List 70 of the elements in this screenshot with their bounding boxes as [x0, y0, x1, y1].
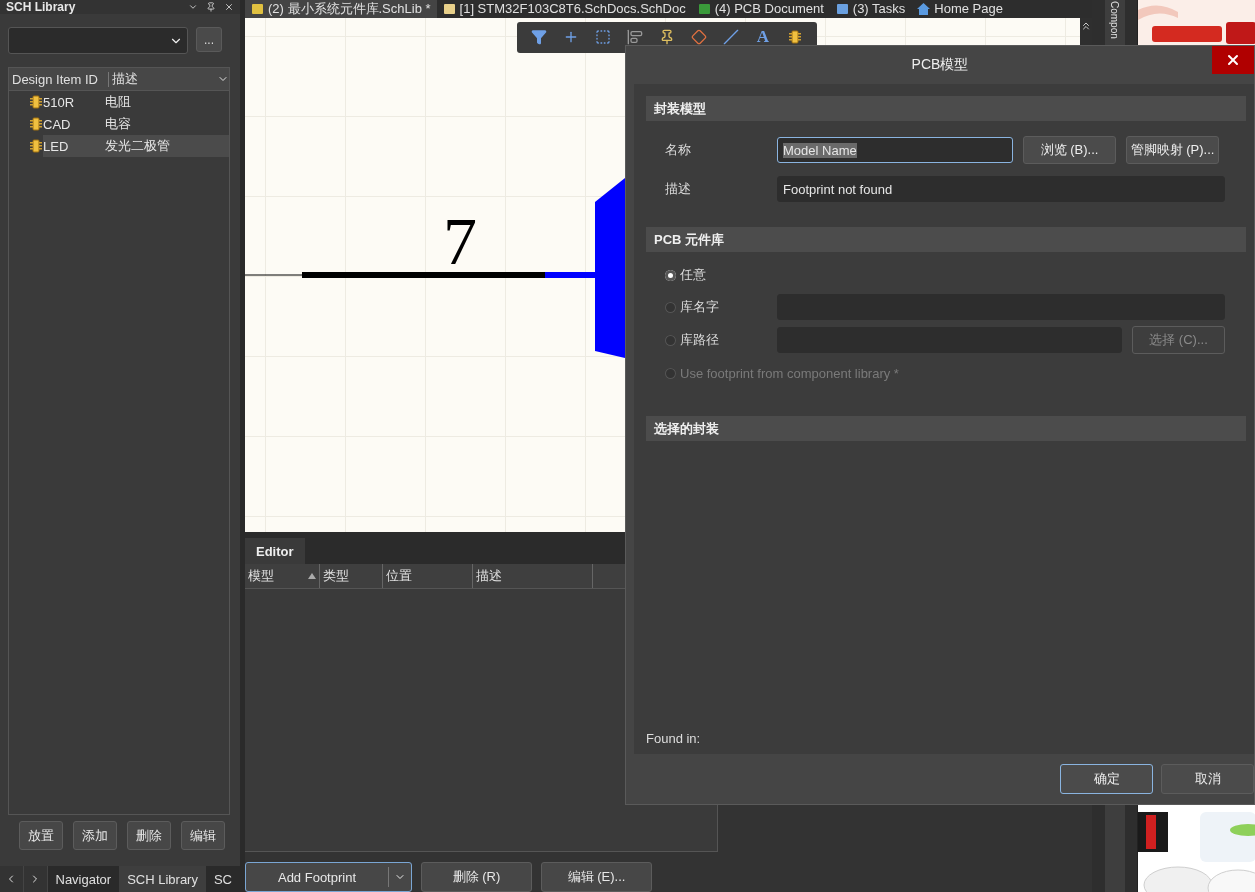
- more-button[interactable]: ...: [196, 27, 222, 52]
- part-icon[interactable]: [788, 30, 802, 45]
- dialog-title: PCB模型: [911, 56, 969, 74]
- close-icon[interactable]: [224, 2, 234, 12]
- radio-option[interactable]: 任意: [646, 266, 767, 284]
- component-row[interactable]: LED 发光二极管: [43, 135, 229, 157]
- close-icon: [1225, 52, 1241, 68]
- footer-button[interactable]: 删除 (R): [421, 862, 532, 892]
- panel-tab[interactable]: SCH Library: [119, 866, 206, 892]
- text-tool[interactable]: A: [756, 27, 770, 48]
- document-icon: [697, 3, 711, 15]
- component-icon: [29, 95, 43, 109]
- pin-number: 7: [443, 202, 477, 279]
- component-icon: [29, 117, 43, 131]
- column-header[interactable]: 位置: [383, 564, 473, 588]
- column-header[interactable]: 描述: [473, 564, 593, 588]
- editor-tab[interactable]: Editor: [245, 538, 305, 564]
- description-field[interactable]: Footprint not found: [777, 176, 1225, 202]
- document-icon: [835, 3, 849, 15]
- component-row[interactable]: 510R 电阻: [43, 91, 229, 113]
- name-field[interactable]: Model Name: [777, 137, 1013, 163]
- column-header[interactable]: Design Item ID: [9, 71, 109, 87]
- pin-icon[interactable]: [659, 29, 675, 46]
- document-tab[interactable]: (3) Tasks: [829, 0, 912, 18]
- component-row[interactable]: CAD 电容: [43, 113, 229, 135]
- column-header[interactable]: 描述: [108, 70, 229, 88]
- document-tab[interactable]: [1] STM32F103C8T6.SchDocs.SchDoc: [436, 0, 692, 18]
- section-header: 封装模型: [646, 96, 1246, 121]
- field-label: 名称: [664, 141, 692, 159]
- found-in-label: Found in:: [646, 731, 702, 748]
- field-label: 描述: [664, 180, 692, 198]
- dialog-button[interactable]: 确定: [1060, 764, 1153, 794]
- add-footprint-button[interactable]: Add Footprint: [245, 862, 412, 892]
- radio-button[interactable]: [665, 269, 676, 281]
- panel-title: SCH Library: [6, 0, 76, 14]
- section-header: PCB 元件库: [646, 227, 1246, 252]
- pin-icon[interactable]: [206, 2, 216, 12]
- document-tab[interactable]: Home Page: [911, 0, 1009, 18]
- panel-button[interactable]: 编辑: [181, 821, 225, 850]
- panel-tab[interactable]: SC: [205, 866, 240, 892]
- filter-icon[interactable]: [531, 29, 547, 46]
- radio-button[interactable]: [665, 334, 676, 346]
- close-button[interactable]: [1212, 46, 1254, 74]
- radio-option[interactable]: 库名字: [646, 298, 767, 316]
- field-value: Model Name: [783, 142, 857, 158]
- radio-button[interactable]: [665, 301, 676, 313]
- line-icon[interactable]: [723, 29, 739, 46]
- document-icon: [442, 3, 456, 15]
- selection-icon[interactable]: [595, 29, 611, 46]
- document-icon: [251, 3, 264, 15]
- panel-tab[interactable]: Navigator: [47, 866, 120, 892]
- footer-button[interactable]: 编辑 (E)...: [541, 862, 652, 892]
- panel-button[interactable]: 放置: [19, 821, 63, 850]
- align-icon[interactable]: [627, 29, 643, 46]
- panel-button[interactable]: 删除: [127, 821, 171, 850]
- library-dropdown[interactable]: [8, 27, 188, 54]
- dropdown-icon[interactable]: [188, 2, 198, 12]
- panel-button[interactable]: 添加: [73, 821, 117, 850]
- pin-map-button[interactable]: 管脚映射 (P)...: [1126, 136, 1219, 164]
- dialog-button[interactable]: 取消: [1161, 764, 1254, 794]
- section-header: 选择的封装: [646, 416, 1246, 441]
- document-tab[interactable]: (2) 最小系统元件库.SchLib *: [245, 0, 437, 18]
- document-tab[interactable]: (4) PCB Document: [691, 0, 830, 18]
- browse-button[interactable]: 浏览 (B)...: [1023, 136, 1116, 164]
- component-icon: [29, 139, 43, 153]
- column-header[interactable]: 类型: [320, 564, 383, 588]
- column-header[interactable]: 模型: [245, 564, 320, 588]
- house-icon: [917, 3, 931, 15]
- radio-option[interactable]: 库路径: [646, 331, 767, 349]
- diamond-icon[interactable]: [691, 29, 707, 46]
